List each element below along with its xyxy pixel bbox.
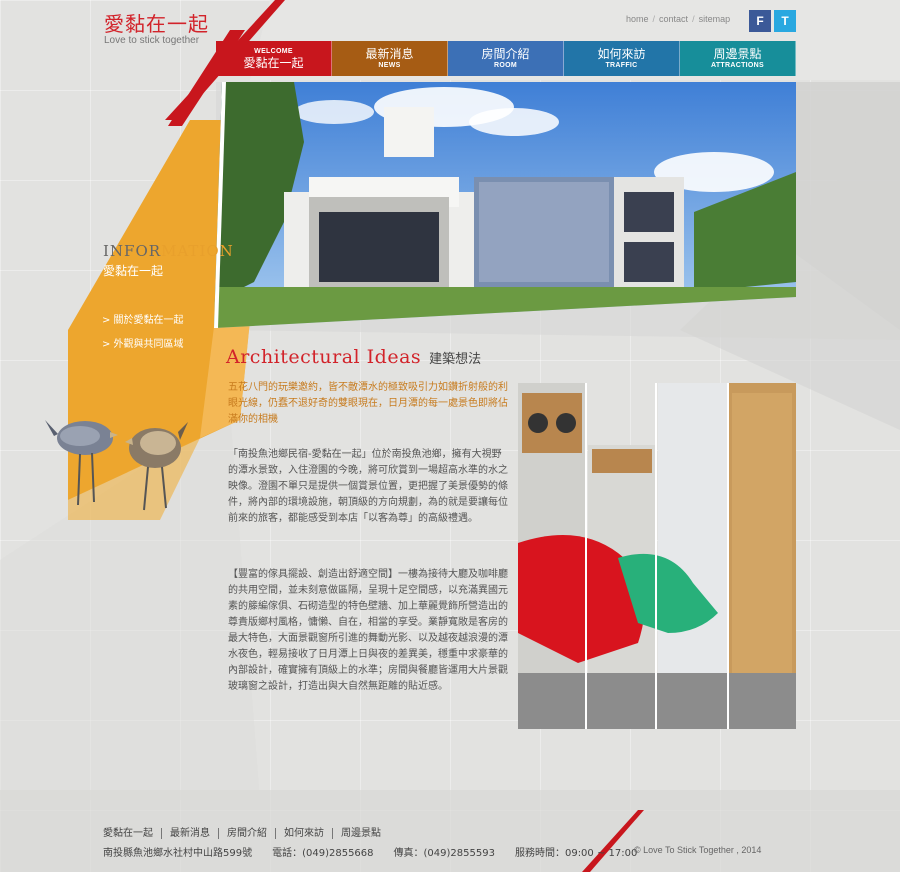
logo-subtitle: Love to stick together [104,35,200,46]
contact-link[interactable]: contact [659,14,688,24]
info-title-b: MATION [161,242,234,260]
twitter-icon[interactable]: T [774,10,796,32]
nav-attractions[interactable]: 周邊景點 ATTRACTIONS [680,41,796,76]
hero-building-photo [214,82,796,328]
section-title-en: Architectural Ideas [226,346,422,368]
body-paragraph: 「南投魚池鄉民宿-愛黏在一起」位於南投魚池鄉，擁有大視野的潭水景致，入住澄園的今… [228,449,508,524]
interior-photo-collage [518,383,796,729]
footer-contact-info: 南投縣魚池鄉水社村中山路599號 電話：(049)2855668 傳真：(049… [103,844,637,859]
bird-sculptures-image [45,420,188,511]
separator: / [652,14,656,24]
nav-label-en: ATTRACTIONS [711,62,764,69]
facebook-icon[interactable]: F [749,10,771,32]
section-title-zh: 建築想法 [429,352,482,367]
nav-label-zh: 最新消息 [365,47,414,61]
nav-label-en: WELCOME [254,48,293,55]
home-link[interactable]: home [626,14,649,24]
body-paragraph: 【豐富的傢具擺設、創造出舒適空間】一樓為接待大廳及咖啡廳的共用空間，並未刻意做區… [228,569,508,692]
footer-phone: 電話：(049)2855668 [272,848,374,859]
nav-news[interactable]: 最新消息 NEWS [332,41,448,76]
nav-label-zh: 周邊景點 [713,47,762,61]
footer-link-attractions[interactable]: 周邊景點 [332,828,389,839]
nav-label-zh: 愛黏在一起 [243,56,304,70]
sitemap-link[interactable]: sitemap [699,14,731,24]
nav-room[interactable]: 房間介紹 ROOM [448,41,564,76]
side-menu-about[interactable]: > 關於愛黏在一起 [102,311,184,326]
section-title: Architectural Ideas 建築想法 [226,346,481,368]
nav-welcome[interactable]: 愛黏在一起 WELCOME [216,41,332,76]
footer-link-welcome[interactable]: 愛黏在一起 [103,828,161,839]
side-menu-exterior[interactable]: > 外觀與共同區域 [102,335,184,350]
footer-links: 愛黏在一起 最新消息 房間介紹 如何來訪 周邊景點 [103,828,389,839]
nav-label-en: ROOM [494,62,517,69]
footer-link-news[interactable]: 最新消息 [161,828,218,839]
info-subtitle: 愛黏在一起 [103,264,164,278]
separator: / [692,14,695,24]
nav-label-en: TRAFFIC [605,62,638,69]
footer-fax: 傳真：(049)2855593 [393,848,495,859]
top-links: home / contact / sitemap [626,14,730,24]
logo-title: 愛黏在一起 [104,12,209,36]
lead-paragraph: 五花八門的玩樂邀約，皆不敵潭水的極致吸引力如鑽折射般的利眼光線，仍蠢不退好奇的雙… [228,382,508,425]
nav-traffic[interactable]: 如何來訪 TRAFFIC [564,41,680,76]
nav-label-en: NEWS [378,62,401,69]
nav-label-zh: 房間介紹 [481,47,530,61]
info-title: INFORMATION [103,242,234,260]
copyright: © Love To Stick Together , 2014 [634,845,762,855]
info-title-a: INFOR [103,242,162,260]
footer-link-traffic[interactable]: 如何來訪 [275,828,332,839]
main-nav: 愛黏在一起 WELCOME 最新消息 NEWS 房間介紹 ROOM 如何來訪 T… [216,41,796,76]
nav-label-zh: 如何來訪 [597,47,646,61]
footer-hours: 服務時間：09:00 ~ 17:00 [514,848,638,859]
side-menu: > 關於愛黏在一起 > 外觀與共同區域 [102,311,184,359]
footer-link-room[interactable]: 房間介紹 [218,828,275,839]
site-logo[interactable]: 愛黏在一起 Love to stick together [104,8,209,46]
footer-address: 南投縣魚池鄉水社村中山路599號 [103,848,253,859]
